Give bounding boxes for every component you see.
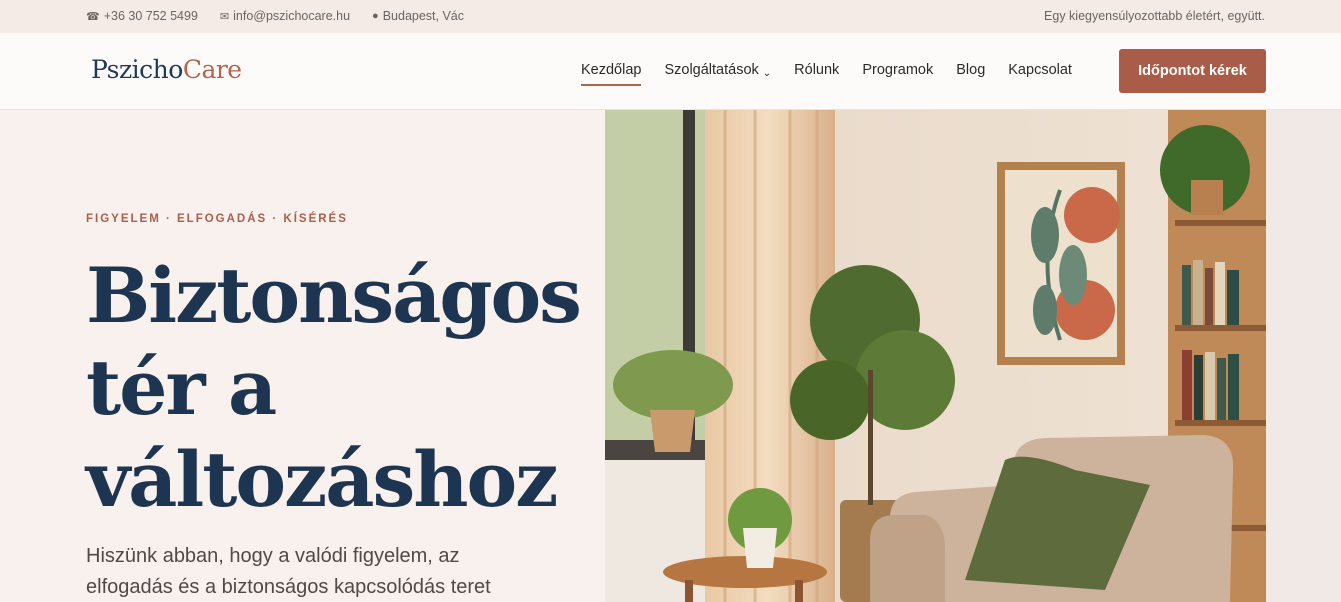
nav-item-szolgaltatasok[interactable]: Szolgáltatások ⌄	[664, 62, 771, 86]
nav-item-szolgaltatasok-label: Szolgáltatások	[664, 62, 759, 78]
phone-icon: ☎	[86, 10, 100, 23]
dot-icon: ●	[372, 10, 379, 22]
mail-icon: ✉	[219, 10, 230, 23]
living-room-illustration	[605, 110, 1266, 602]
logo[interactable]: PszichoCare	[91, 55, 242, 84]
site-header: PszichoCare Kezdőlap Szolgáltatások ⌄ Ról…	[0, 33, 1341, 110]
main-nav: Kezdőlap Szolgáltatások ⌄ Rólunk Programo…	[581, 62, 1072, 86]
headline-line-1: Biztonságos	[86, 251, 582, 340]
headline-line-3: változáshoz	[86, 435, 558, 524]
email-text: info@pszichocare.hu	[233, 9, 351, 23]
logo-part-2: Care	[182, 55, 242, 84]
right-edge-strip	[1266, 110, 1341, 602]
nav-item-rolunk[interactable]: Rólunk	[794, 62, 839, 86]
window-plant	[613, 350, 733, 420]
hero-eyebrow: FIGYELEM · ELFOGADÁS · KÍSÉRÉS	[86, 213, 348, 225]
topbar-location: ● Budapest, Vác	[372, 9, 464, 23]
hero-text: FIGYELEM · ELFOGADÁS · KÍSÉRÉS Biztonság…	[0, 110, 605, 602]
appointment-button[interactable]: Időpontot kérek	[1119, 49, 1266, 93]
topbar-phone[interactable]: ☎ +36 30 752 5499	[86, 9, 198, 23]
location-text: Budapest, Vác	[382, 9, 465, 23]
headline-line-2: tér a	[86, 343, 277, 432]
chevron-down-icon: ⌄	[762, 68, 772, 79]
logo-part-1: Pszicho	[91, 55, 183, 84]
topbar-contact: ☎ +36 30 752 5499 ✉ info@pszichocare.hu …	[86, 9, 464, 23]
topbar: ☎ +36 30 752 5499 ✉ info@pszichocare.hu …	[0, 0, 1341, 33]
hero-lead: Hiszünk abban, hogy a valódi figyelem, a…	[86, 545, 491, 598]
hero-image	[605, 110, 1266, 602]
topbar-email[interactable]: ✉ info@pszichocare.hu	[220, 9, 350, 23]
nav-item-programok[interactable]: Programok	[862, 62, 933, 86]
nav-item-kezdolap[interactable]: Kezdőlap	[581, 62, 642, 86]
topbar-tagline: Egy kiegyensúlyozottabb életért, együtt.	[1044, 9, 1265, 23]
nav-item-kapcsolat[interactable]: Kapcsolat	[1008, 62, 1072, 86]
phone-text: +36 30 752 5499	[103, 9, 198, 23]
nav-item-blog[interactable]: Blog	[956, 62, 985, 86]
hero-headline: Biztonságos tér a változáshoz	[86, 250, 586, 526]
